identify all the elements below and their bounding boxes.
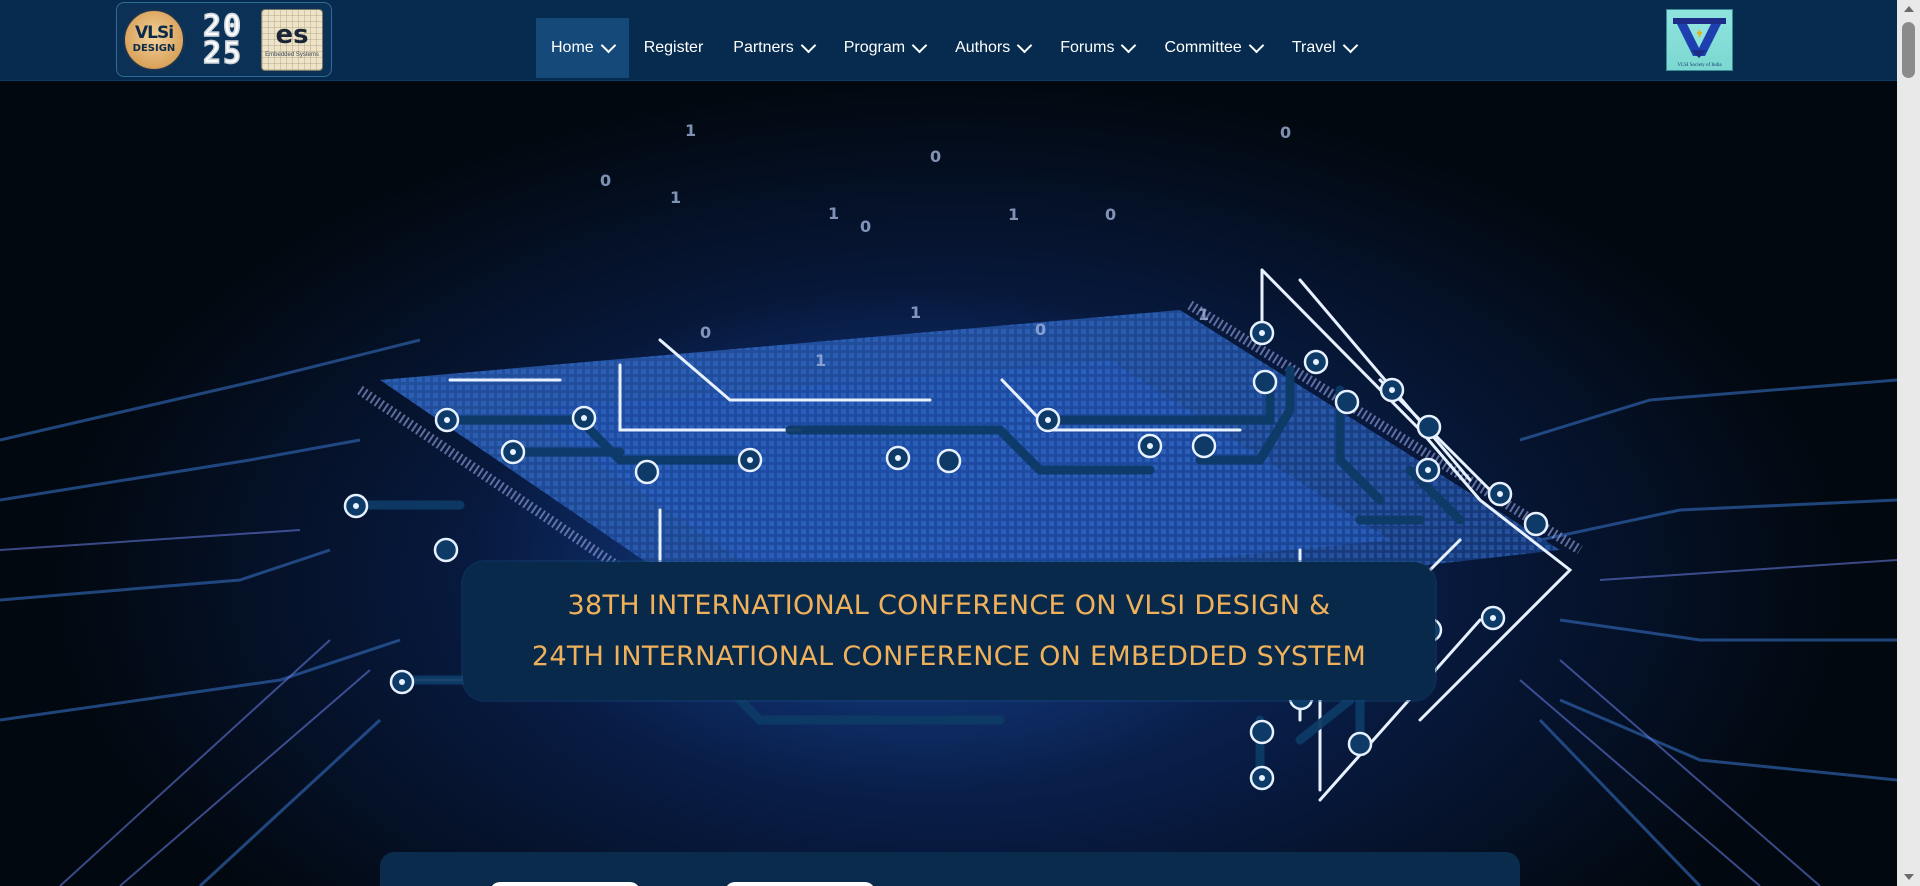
- svg-text:1: 1: [910, 303, 921, 322]
- scroll-up-arrow-icon[interactable]: [1904, 6, 1914, 12]
- svg-text:1: 1: [1198, 305, 1209, 324]
- nav-committee[interactable]: Committee: [1149, 18, 1276, 78]
- svg-text:1: 1: [670, 188, 681, 207]
- main-nav: Home Register Partners Program Authors F…: [536, 18, 1371, 78]
- chevron-down-icon: [600, 37, 616, 53]
- nav-program[interactable]: Program: [829, 18, 940, 78]
- nav-forums[interactable]: Forums: [1045, 18, 1149, 78]
- nav-register-label: Register: [643, 39, 704, 56]
- svg-text:1: 1: [815, 351, 826, 370]
- nav-forums-label: Forums: [1060, 39, 1115, 56]
- nav-program-label: Program: [843, 39, 906, 56]
- es-logo-text: es: [275, 19, 309, 50]
- vlsi-logo-text: VLSi: [134, 23, 174, 43]
- chevron-down-icon: [1121, 37, 1137, 53]
- chevron-down-icon: [911, 37, 928, 53]
- society-logo-caption: VLSI Society of India: [1677, 63, 1722, 68]
- conference-title-line-2: 24TH INTERNATIONAL CONFERENCE ON EMBEDDE…: [531, 641, 1367, 672]
- scroll-down-arrow-icon[interactable]: [1904, 874, 1914, 880]
- nav-authors[interactable]: Authors: [940, 18, 1045, 78]
- vlsi-design-logo: VLSi DESIGN: [123, 8, 185, 71]
- site-header: VLSi DESIGN 20 25 es Embedded Systems Ho…: [0, 0, 1897, 81]
- nav-register[interactable]: Register: [629, 18, 719, 78]
- svg-text:0: 0: [1105, 205, 1116, 224]
- nav-travel[interactable]: Travel: [1277, 18, 1371, 78]
- svg-text:1: 1: [685, 121, 696, 140]
- conference-title-banner: 38TH INTERNATIONAL CONFERENCE ON VLSI DE…: [463, 562, 1435, 700]
- svg-text:0: 0: [1035, 320, 1046, 339]
- year-logo: 20 25: [189, 9, 257, 71]
- nav-partners-label: Partners: [733, 39, 794, 56]
- nav-authors-label: Authors: [955, 39, 1011, 56]
- nav-committee-label: Committee: [1164, 39, 1242, 56]
- year-bottom: 25: [202, 35, 244, 71]
- svg-text:1: 1: [1008, 205, 1019, 224]
- chevron-down-icon: [800, 37, 817, 53]
- scrollbar-thumb[interactable]: [1902, 22, 1915, 78]
- chevron-down-icon: [1342, 37, 1358, 53]
- card-button-2[interactable]: [725, 882, 875, 886]
- svg-text:0: 0: [700, 323, 711, 342]
- nav-home-label: Home: [551, 39, 594, 56]
- vlsi-logo-subtext: DESIGN: [132, 43, 176, 54]
- nav-home[interactable]: Home: [536, 18, 629, 78]
- svg-text:0: 0: [930, 147, 941, 166]
- conference-title-line-1: 38TH INTERNATIONAL CONFERENCE ON VLSI DE…: [567, 590, 1331, 621]
- content-card: [380, 852, 1520, 886]
- chevron-down-icon: [1016, 37, 1033, 53]
- embedded-systems-logo: es Embedded Systems: [261, 8, 323, 71]
- svg-text:1: 1: [828, 204, 839, 223]
- svg-text:0: 0: [860, 217, 871, 236]
- circuit-board-background: 1 0 0 0 1 1 0 1 0 0 1 0 1 1: [0, 121, 1897, 886]
- nav-partners[interactable]: Partners: [718, 18, 828, 78]
- es-logo-subtext: Embedded Systems: [265, 51, 319, 58]
- card-button-1[interactable]: [490, 882, 640, 886]
- conference-logo[interactable]: VLSi DESIGN 20 25 es Embedded Systems: [116, 2, 332, 77]
- vlsi-society-emblem-icon: [1673, 18, 1726, 58]
- nav-travel-label: Travel: [1291, 39, 1336, 56]
- chevron-down-icon: [1248, 37, 1265, 53]
- page: VLSi DESIGN 20 25 es Embedded Systems Ho…: [0, 0, 1920, 886]
- hero-banner: 1 0 0 0 1 1 0 1 0 0 1 0 1 1 38TH INTERNA…: [0, 80, 1897, 886]
- page-scrollbar[interactable]: [1897, 0, 1920, 886]
- svg-text:0: 0: [1280, 123, 1291, 142]
- svg-text:0: 0: [600, 171, 611, 190]
- vlsi-society-logo[interactable]: VLSI Society of India: [1666, 9, 1733, 71]
